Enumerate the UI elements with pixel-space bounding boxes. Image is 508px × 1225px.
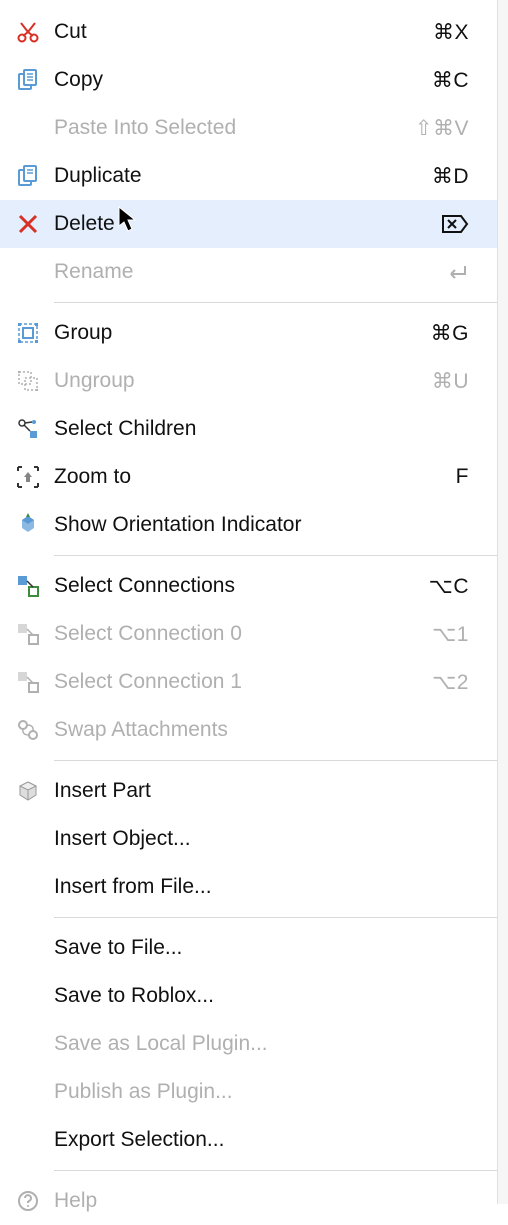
orientation-icon <box>12 511 44 539</box>
menu-item-shortcut: ⇧⌘V <box>415 116 469 141</box>
menu-item-shortcut: F <box>456 465 469 489</box>
menu-item-insert-from-file[interactable]: Insert from File... <box>0 863 497 911</box>
menu-item-label: Save to Roblox... <box>54 984 469 1008</box>
menu-item-label: Export Selection... <box>54 1128 469 1152</box>
menu-item-copy[interactable]: Copy⌘C <box>0 56 497 104</box>
ungroup-icon <box>12 367 44 395</box>
swap-attachments-icon <box>12 716 44 744</box>
menu-item-label: Show Orientation Indicator <box>54 513 469 537</box>
menu-item-select-children[interactable]: Select Children <box>0 405 497 453</box>
zoom-to-icon <box>12 463 44 491</box>
menu-item-label: Select Connection 1 <box>54 670 432 694</box>
menu-item-label: Help <box>54 1189 469 1213</box>
menu-item-shortcut <box>441 214 469 234</box>
blank-icon <box>12 1030 44 1058</box>
menu-item-label: Cut <box>54 20 433 44</box>
blank-icon <box>12 1078 44 1106</box>
menu-item-label: Select Connections <box>54 574 429 598</box>
menu-separator <box>54 1170 497 1171</box>
menu-item-shortcut: ⌘D <box>432 164 469 189</box>
menu-item-label: Duplicate <box>54 164 432 188</box>
right-strip <box>498 0 508 1204</box>
blank-icon <box>12 873 44 901</box>
menu-item-label: Zoom to <box>54 465 456 489</box>
menu-item-label: Ungroup <box>54 369 432 393</box>
menu-item-insert-part[interactable]: Insert Part <box>0 767 497 815</box>
blank-icon <box>12 934 44 962</box>
blank-icon <box>12 258 44 286</box>
copy-icon <box>12 66 44 94</box>
menu-separator <box>54 917 497 918</box>
menu-item-label: Insert Part <box>54 779 469 803</box>
menu-item-shortcut: ⌘X <box>433 20 469 45</box>
context-menu: Cut⌘XCopy⌘CPaste Into Selected⇧⌘VDuplica… <box>0 0 498 1204</box>
menu-item-label: Paste Into Selected <box>54 116 415 140</box>
menu-item-shortcut: ⌥C <box>429 574 469 599</box>
menu-item-rename: Rename <box>0 248 497 296</box>
menu-item-label: Copy <box>54 68 432 92</box>
menu-separator <box>54 760 497 761</box>
menu-item-label: Group <box>54 321 431 345</box>
menu-item-export-selection[interactable]: Export Selection... <box>0 1116 497 1164</box>
menu-item-shortcut: ⌥2 <box>432 670 469 695</box>
menu-item-insert-object[interactable]: Insert Object... <box>0 815 497 863</box>
menu-item-save-as-local-plugin: Save as Local Plugin... <box>0 1020 497 1068</box>
menu-item-swap-attachments: Swap Attachments <box>0 706 497 754</box>
cut-icon <box>12 18 44 46</box>
help-icon <box>12 1187 44 1215</box>
menu-item-delete[interactable]: Delete <box>0 200 497 248</box>
menu-item-label: Select Children <box>54 417 469 441</box>
menu-separator <box>54 555 497 556</box>
menu-item-select-connection-1: Select Connection 1⌥2 <box>0 658 497 706</box>
select-connection-1-icon <box>12 668 44 696</box>
menu-item-save-to-file[interactable]: Save to File... <box>0 924 497 972</box>
menu-separator <box>54 302 497 303</box>
menu-item-select-connections[interactable]: Select Connections⌥C <box>0 562 497 610</box>
menu-item-help: Help <box>0 1177 497 1225</box>
select-children-icon <box>12 415 44 443</box>
menu-item-shortcut: ⌘G <box>431 321 469 346</box>
menu-item-label: Swap Attachments <box>54 718 469 742</box>
menu-item-shortcut: ⌘C <box>432 68 469 93</box>
delete-icon <box>12 210 44 238</box>
menu-item-label: Delete <box>54 212 441 236</box>
menu-item-label: Insert from File... <box>54 875 469 899</box>
blank-icon <box>12 825 44 853</box>
menu-item-label: Insert Object... <box>54 827 469 851</box>
menu-item-zoom-to[interactable]: Zoom toF <box>0 453 497 501</box>
blank-icon <box>12 114 44 142</box>
menu-item-shortcut: ⌘U <box>432 369 469 394</box>
menu-item-ungroup: Ungroup⌘U <box>0 357 497 405</box>
menu-item-publish-as-plugin: Publish as Plugin... <box>0 1068 497 1116</box>
menu-item-paste-into-selected: Paste Into Selected⇧⌘V <box>0 104 497 152</box>
insert-part-icon <box>12 777 44 805</box>
group-icon <box>12 319 44 347</box>
menu-item-show-orientation-indicator[interactable]: Show Orientation Indicator <box>0 501 497 549</box>
menu-item-label: Rename <box>54 260 445 284</box>
menu-item-label: Save as Local Plugin... <box>54 1032 469 1056</box>
menu-item-select-connection-0: Select Connection 0⌥1 <box>0 610 497 658</box>
menu-item-duplicate[interactable]: Duplicate⌘D <box>0 152 497 200</box>
menu-item-shortcut: ⌥1 <box>432 622 469 647</box>
select-connections-icon <box>12 572 44 600</box>
blank-icon <box>12 1126 44 1154</box>
menu-item-group[interactable]: Group⌘G <box>0 309 497 357</box>
menu-item-label: Publish as Plugin... <box>54 1080 469 1104</box>
blank-icon <box>12 982 44 1010</box>
duplicate-icon <box>12 162 44 190</box>
select-connection-0-icon <box>12 620 44 648</box>
menu-item-label: Select Connection 0 <box>54 622 432 646</box>
menu-item-shortcut <box>445 262 469 282</box>
menu-item-cut[interactable]: Cut⌘X <box>0 8 497 56</box>
menu-item-label: Save to File... <box>54 936 469 960</box>
menu-item-save-to-roblox[interactable]: Save to Roblox... <box>0 972 497 1020</box>
